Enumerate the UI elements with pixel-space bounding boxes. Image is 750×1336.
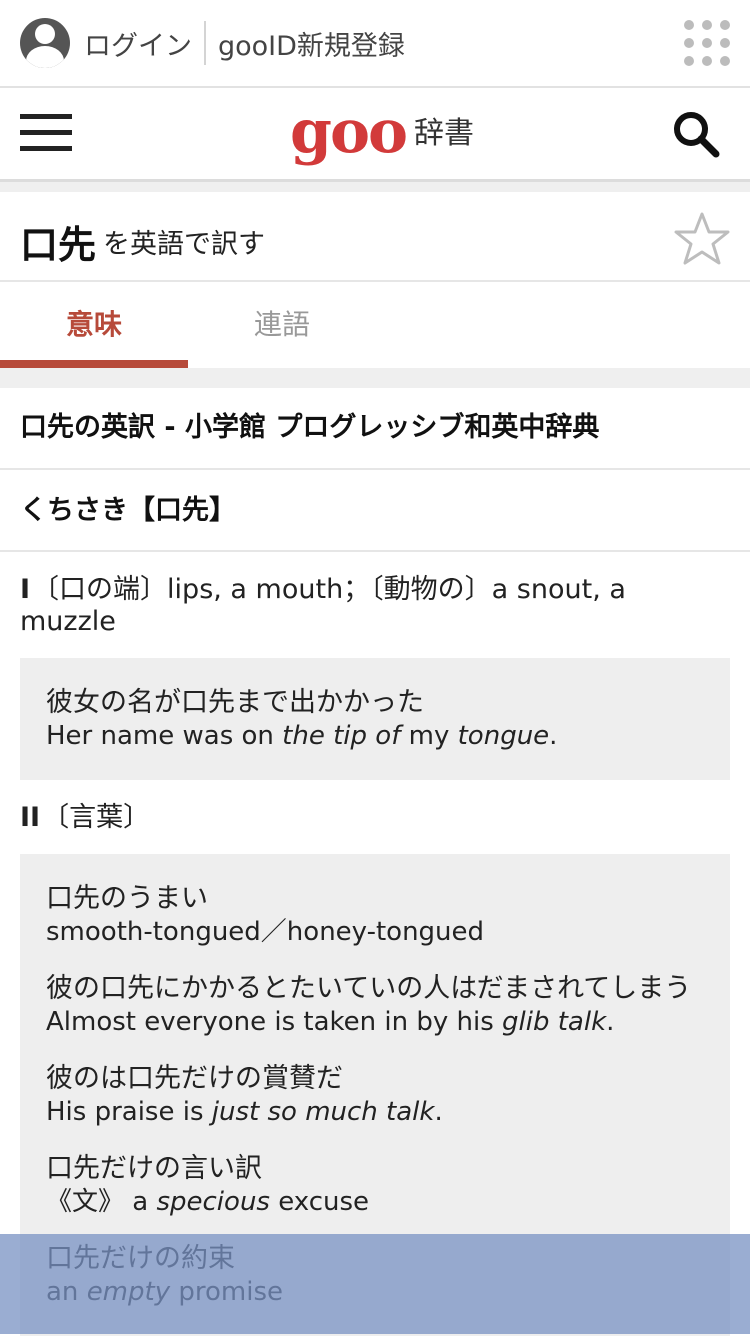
app-grid-icon[interactable]	[684, 20, 730, 66]
example-japanese: 口先のうまい	[46, 883, 208, 914]
tab-collocations[interactable]: 連語	[188, 282, 376, 368]
example-japanese: 口先だけの言い訳	[46, 1153, 262, 1184]
search-icon[interactable]	[672, 110, 720, 158]
example-item: 彼のは口先だけの賞賛だ His praise is just so much t…	[46, 1062, 704, 1128]
logo-text: goo	[290, 97, 408, 167]
example-item: 口先のうまい smooth-tongued／honey-tongued	[46, 882, 704, 948]
divider	[204, 21, 206, 65]
entry-heading: くちさき【口先】	[0, 470, 750, 552]
hamburger-menu-icon[interactable]	[20, 114, 72, 152]
example-item: 口先だけの言い訳 《文》 a specious excuse	[46, 1152, 704, 1218]
logo-subtitle: 辞書	[414, 116, 474, 151]
sense-number: I	[20, 574, 31, 605]
sense-text: 〔口の端〕lips, a mouth；〔動物の〕a snout, a muzzl…	[20, 574, 626, 637]
login-link[interactable]: ログイン	[84, 24, 192, 63]
tab-meaning[interactable]: 意味	[0, 282, 188, 368]
sense-definition: II〔言葉〕	[20, 802, 730, 834]
sense-text: 〔言葉〕	[42, 802, 151, 833]
user-avatar-icon[interactable]	[20, 18, 70, 68]
example-english: smooth-tongued／honey-tongued	[46, 917, 485, 947]
sense-definition: I〔口の端〕lips, a mouth；〔動物の〕a snout, a muzz…	[20, 574, 730, 638]
example-english: Almost everyone is taken in by his glib …	[46, 1007, 615, 1037]
tab-bar: 意味 連語	[0, 282, 750, 368]
example-box: 彼女の名が口先まで出かかった Her name was on the tip o…	[20, 658, 730, 780]
dictionary-source-title: 口先の英訳 - 小学館 プログレッシブ和英中辞典	[0, 388, 750, 470]
header: goo 辞書	[0, 88, 750, 182]
page-title: 口先	[20, 223, 97, 267]
page-title-suffix: を英語で訳す	[103, 229, 265, 260]
spacer	[0, 368, 750, 388]
example-japanese: 口先だけの約束	[46, 1243, 235, 1274]
register-link[interactable]: gooID新規登録	[218, 24, 405, 63]
example-english: 《文》 a specious excuse	[46, 1187, 370, 1217]
example-japanese: 彼のは口先だけの賞賛だ	[46, 1063, 343, 1094]
spacer	[0, 182, 750, 192]
example-item: 彼の口先にかかるとたいていの人はだまされてしまう Almost everyone…	[46, 972, 704, 1038]
page-title-bar: 口先 を英語で訳す	[0, 192, 750, 282]
goo-jisho-logo[interactable]: goo 辞書	[290, 102, 474, 162]
example-english: His praise is just so much talk.	[46, 1097, 443, 1127]
account-bar: ログイン gooID新規登録	[0, 0, 750, 88]
example-english: Her name was on the tip of my tongue.	[46, 721, 558, 751]
example-item: 口先だけの約束 an empty promise	[46, 1242, 704, 1308]
example-japanese: 彼の口先にかかるとたいていの人はだまされてしまう	[46, 973, 692, 1004]
example-box: 口先のうまい smooth-tongued／honey-tongued 彼の口先…	[20, 854, 730, 1336]
example-item: 彼女の名が口先まで出かかった Her name was on the tip o…	[46, 686, 704, 752]
example-japanese: 彼女の名が口先まで出かかった	[46, 687, 424, 718]
example-english: an empty promise	[46, 1277, 283, 1307]
bookmark-star-icon[interactable]	[672, 210, 732, 270]
sense-number: II	[20, 802, 41, 833]
